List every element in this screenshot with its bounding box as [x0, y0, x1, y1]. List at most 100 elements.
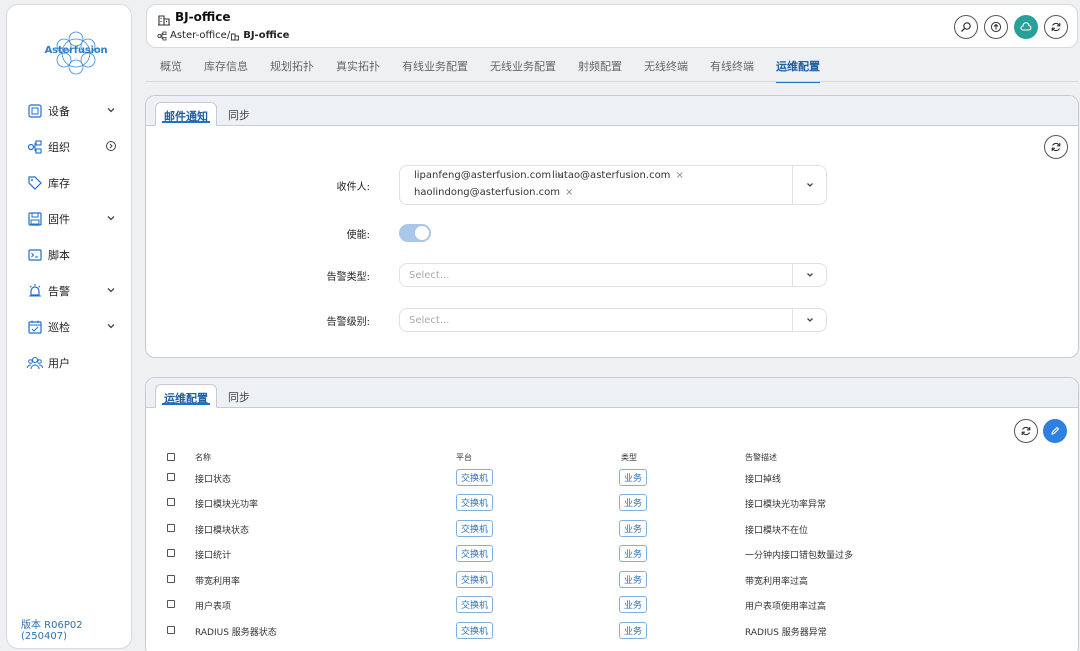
- row-checkbox[interactable]: [167, 549, 175, 557]
- sidebar-item-inventory[interactable]: 库存: [7, 165, 133, 201]
- tab-sync[interactable]: 同步: [220, 384, 258, 408]
- sidebar-item-label: 巡检: [48, 321, 70, 334]
- tab-wireless-service-config[interactable]: 无线业务配置: [490, 58, 556, 83]
- cloud-button[interactable]: [1014, 15, 1038, 39]
- tab-overview[interactable]: 概览: [160, 58, 182, 83]
- breadcrumb: Aster-office / BJ-office: [157, 30, 289, 41]
- type-tag: 业务: [619, 596, 648, 613]
- select-all-checkbox[interactable]: [167, 453, 175, 461]
- row-name: 接口模块状态: [195, 526, 250, 536]
- asterfusion-logo[interactable]: Asterfusion: [41, 29, 111, 77]
- chevron-down-icon[interactable]: [105, 212, 117, 224]
- breadcrumb-current: BJ-office: [243, 30, 290, 41]
- sidebar-item-alarm[interactable]: 告警: [7, 273, 133, 309]
- tab-real-topology[interactable]: 真实拓扑: [336, 58, 380, 83]
- type-tag: 业务: [619, 622, 648, 639]
- alarm-type-dropdown-toggle[interactable]: [792, 264, 826, 286]
- alarm-type-select[interactable]: Select...: [399, 263, 827, 287]
- refresh-icon: [1051, 142, 1061, 152]
- refresh-button[interactable]: [1014, 419, 1038, 443]
- alarm-level-placeholder: Select...: [409, 315, 450, 326]
- sidebar-item-org[interactable]: 组织: [7, 129, 133, 165]
- tab-ops-config-panel[interactable]: 运维配置: [155, 384, 217, 408]
- alarm-level-dropdown-toggle[interactable]: [792, 309, 826, 331]
- tab-planned-topology[interactable]: 规划拓扑: [270, 58, 314, 83]
- sidebar-item-label: 组织: [48, 141, 70, 154]
- chevron-down-icon[interactable]: [105, 284, 117, 296]
- chevron-down-icon: [806, 183, 813, 187]
- refresh-button[interactable]: [1044, 135, 1068, 159]
- remove-recipient-icon[interactable]: ×: [675, 170, 683, 181]
- row-name: 接口模块光功率: [195, 500, 259, 510]
- edit-button[interactable]: [1043, 419, 1067, 443]
- row-checkbox[interactable]: [167, 498, 175, 506]
- tab-inventory[interactable]: 库存信息: [204, 58, 248, 83]
- row-checkbox[interactable]: [167, 575, 175, 583]
- type-tag: 业务: [619, 469, 648, 486]
- table-row[interactable]: 接口模块状态 交换机 业务 接口模块不在位: [146, 517, 1078, 542]
- tab-email-notification[interactable]: 邮件通知: [155, 102, 217, 126]
- table-row[interactable]: 带宽利用率 交换机 业务 带宽利用率过高: [146, 568, 1078, 593]
- table-row[interactable]: 接口状态 交换机 业务 接口掉线: [146, 466, 1078, 491]
- recipients-select[interactable]: lipanfeng@asterfusion.com × liutao@asterf…: [399, 165, 827, 205]
- platform-tag: 交换机: [456, 494, 494, 511]
- row-checkbox[interactable]: [167, 626, 175, 634]
- tab-rf-config[interactable]: 射频配置: [578, 58, 622, 83]
- sidebar-item-firmware[interactable]: 固件: [7, 201, 133, 237]
- alarm-type-label: 告警类型:: [326, 272, 370, 283]
- sidebar-item-inspection[interactable]: 巡检: [7, 309, 133, 345]
- row-checkbox[interactable]: [167, 524, 175, 532]
- alarm-level-select[interactable]: Select...: [399, 308, 827, 332]
- row-checkbox[interactable]: [167, 600, 175, 608]
- recipients-dropdown-toggle[interactable]: [792, 166, 826, 204]
- table-row[interactable]: 接口模块光功率 交换机 业务 接口模块光功率异常: [146, 491, 1078, 516]
- row-name: 用户表项: [195, 602, 232, 612]
- table-row[interactable]: RADIUS 服务器状态 交换机 业务 RADIUS 服务器异常: [146, 619, 1078, 644]
- platform-tag: 交换机: [456, 596, 494, 613]
- org-icon: [27, 140, 42, 154]
- recipient-chip: lipanfeng@asterfusion.com ×: [414, 170, 564, 181]
- platform-tag: 交换机: [456, 469, 494, 486]
- site-header: BJ-office Aster-office / BJ-office: [146, 4, 1078, 48]
- remove-recipient-icon[interactable]: ×: [565, 187, 573, 198]
- tab-ops-config[interactable]: 运维配置: [776, 58, 820, 83]
- row-name: 接口状态: [195, 475, 232, 485]
- breadcrumb-parent[interactable]: Aster-office: [170, 30, 227, 41]
- circle-arrow-icon[interactable]: [105, 140, 117, 152]
- panel-tab-bar: 运维配置 同步: [146, 378, 1078, 408]
- sidebar-item-device[interactable]: 设备: [7, 93, 133, 129]
- tab-wired-clients[interactable]: 有线终端: [710, 58, 754, 83]
- tab-sync[interactable]: 同步: [220, 102, 258, 126]
- table-row[interactable]: 接口统计 交换机 业务 一分钟内接口错包数量过多: [146, 542, 1078, 567]
- row-name: 带宽利用率: [195, 577, 241, 587]
- sidebar-item-script[interactable]: 脚本: [7, 237, 133, 273]
- sidebar-item-users[interactable]: 用户: [7, 345, 133, 381]
- tab-wired-service-config[interactable]: 有线业务配置: [402, 58, 468, 83]
- logo-text: Asterfusion: [44, 45, 108, 56]
- chevron-down-icon[interactable]: [105, 104, 117, 116]
- version-label: 版本 R06P02 (250407): [21, 620, 83, 642]
- chevron-down-icon: [806, 273, 813, 277]
- row-name: RADIUS 服务器状态: [195, 628, 277, 638]
- row-alarm-desc: 接口模块光功率异常: [745, 500, 827, 510]
- platform-tag: 交换机: [456, 622, 494, 639]
- building-icon: [231, 33, 240, 40]
- building-icon: [158, 15, 170, 26]
- row-checkbox[interactable]: [167, 473, 175, 481]
- table-row[interactable]: 用户表项 交换机 业务 用户表项使用率过高: [146, 593, 1078, 618]
- terminal-icon: [28, 249, 42, 261]
- email-notification-panel: 邮件通知 同步 收件人: lipanfeng@asterfusion.com × …: [145, 95, 1079, 358]
- ops-config-panel: 运维配置 同步 名称 平台 类型 告警描述 接口状态 交换机 业务 接口掉线 接…: [145, 377, 1079, 651]
- enable-toggle[interactable]: [399, 224, 431, 242]
- type-tag: 业务: [619, 520, 648, 537]
- checklist-icon: [28, 320, 42, 334]
- tab-wireless-clients[interactable]: 无线终端: [644, 58, 688, 83]
- refresh-button[interactable]: [1044, 15, 1068, 39]
- recipient-email: lipanfeng@asterfusion.com: [414, 170, 552, 181]
- type-tag: 业务: [619, 494, 648, 511]
- upgrade-button[interactable]: [984, 15, 1008, 39]
- search-icon: [961, 22, 971, 32]
- panel-tab-bar: 邮件通知 同步: [146, 96, 1078, 126]
- search-button[interactable]: [954, 15, 978, 39]
- chevron-down-icon[interactable]: [105, 320, 117, 332]
